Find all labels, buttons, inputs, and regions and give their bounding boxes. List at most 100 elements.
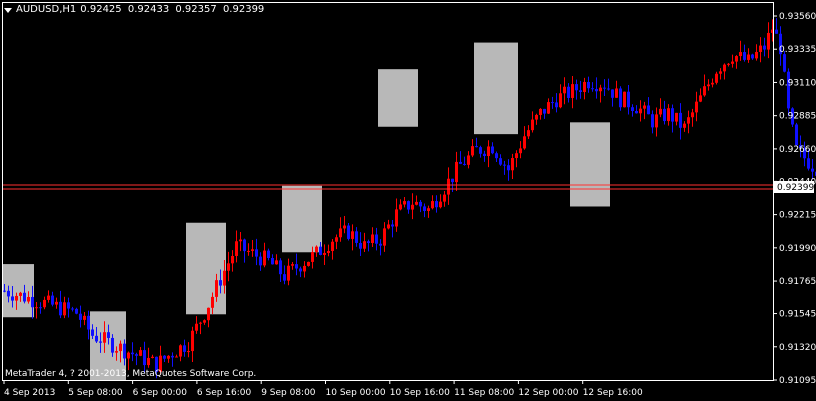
candle-body: [163, 355, 166, 359]
candle-body: [587, 81, 590, 89]
candle-body: [503, 164, 506, 166]
candle-body: [523, 136, 526, 149]
candle-body: [679, 112, 682, 128]
chart-window[interactable]: 0.93560 0.93335 0.93110 0.92885 0.92660 0.924…: [0, 0, 816, 401]
candle-body: [731, 61, 734, 64]
candle-body: [115, 351, 118, 353]
y-tick-label: 0.91545: [779, 310, 816, 320]
candle-body: [459, 161, 462, 164]
candle-body: [787, 71, 790, 109]
candle-body: [475, 146, 478, 148]
candle-body: [555, 102, 558, 108]
x-tick-label: 5 Sep 08:00: [68, 388, 123, 398]
candle-body: [751, 54, 754, 59]
candle-body: [591, 88, 594, 90]
candle-body: [635, 110, 638, 114]
candle-body: [259, 256, 262, 266]
candle-body: [83, 315, 86, 320]
candle-body: [543, 108, 546, 114]
low-value: 0.92357: [175, 4, 217, 15]
x-tick-label: 12 Sep 00:00: [518, 388, 578, 398]
candle-body: [659, 108, 662, 115]
candle-body: [487, 146, 490, 157]
candle-body: [19, 292, 22, 296]
highlight-box: [282, 185, 322, 253]
candle-body: [759, 45, 762, 52]
candle-body: [571, 84, 574, 98]
y-tick-label: 0.93335: [779, 45, 816, 55]
symbol-label: AUDUSD,H1: [16, 4, 77, 15]
candle-body: [451, 178, 454, 183]
candle-body: [251, 249, 254, 251]
candle-body: [67, 302, 70, 309]
candle-body: [695, 101, 698, 113]
candle-body: [291, 264, 294, 266]
candle-body: [211, 296, 214, 308]
candle-body: [263, 250, 266, 266]
candle-body: [59, 301, 62, 316]
candle-body: [139, 350, 142, 356]
current-price-label: 0.92399: [777, 183, 814, 193]
candle-body: [99, 341, 102, 343]
candle-body: [311, 252, 314, 262]
candle-body: [243, 239, 246, 252]
candle-body: [319, 246, 322, 255]
highlight-box: [570, 122, 610, 207]
candle-body: [735, 56, 738, 62]
x-tick-label: 6 Sep 16:00: [197, 388, 252, 398]
candle-body: [647, 105, 650, 115]
candle-body: [63, 302, 66, 316]
candle-body: [31, 296, 34, 308]
candle-body: [619, 88, 622, 108]
candle-body: [711, 82, 714, 85]
candle-body: [595, 88, 598, 92]
candle-body: [47, 295, 50, 300]
price-chart[interactable]: 0.93560 0.93335 0.93110 0.92885 0.92660 0.924…: [0, 0, 816, 401]
candle-body: [603, 87, 606, 89]
candle-body: [35, 307, 38, 309]
candle-body: [691, 112, 694, 118]
candle-body: [151, 356, 154, 358]
candle-body: [395, 209, 398, 227]
candle-body: [219, 280, 222, 286]
y-tick-label: 0.91765: [779, 277, 816, 287]
candle-body: [559, 93, 562, 108]
y-tick-label: 0.92885: [779, 112, 816, 122]
candle-body: [323, 252, 326, 255]
candle-body: [119, 343, 122, 352]
y-tick-label: 0.92660: [779, 145, 816, 155]
x-tick-label: 11 Sep 08:00: [454, 388, 514, 398]
candle-body: [27, 296, 30, 302]
candle-body: [727, 63, 730, 65]
candle-body: [179, 345, 182, 357]
candle-body: [663, 108, 666, 122]
candle-body: [579, 90, 582, 92]
candle-body: [15, 295, 18, 301]
highlight-box: [186, 222, 226, 315]
candle-body: [447, 178, 450, 195]
candle-body: [39, 307, 42, 309]
candle-body: [131, 352, 134, 355]
candle-body: [7, 290, 10, 297]
candle-body: [175, 356, 178, 358]
candle-body: [347, 225, 350, 239]
candle-body: [479, 147, 482, 154]
x-tick-label: 12 Sep 16:00: [583, 388, 643, 398]
candle-body: [455, 161, 458, 183]
candle-body: [535, 114, 538, 120]
highlight-box: [378, 69, 418, 127]
time-axis: 4 Sep 2013 5 Sep 08:00 6 Sep 00:00 6 Sep 16…: [3, 380, 643, 398]
candle-body: [615, 88, 618, 98]
candle-body: [371, 234, 374, 244]
candle-body: [103, 332, 106, 343]
x-tick-label: 4 Sep 2013: [4, 388, 55, 398]
candle-body: [567, 86, 570, 98]
candle-body: [507, 165, 510, 171]
chevron-down-icon[interactable]: [4, 7, 12, 13]
candle-body: [687, 117, 690, 124]
candle-body: [171, 355, 174, 358]
candle-body: [743, 52, 746, 60]
candle-body: [91, 329, 94, 336]
candle-body: [379, 243, 382, 246]
candle-body: [667, 108, 670, 122]
